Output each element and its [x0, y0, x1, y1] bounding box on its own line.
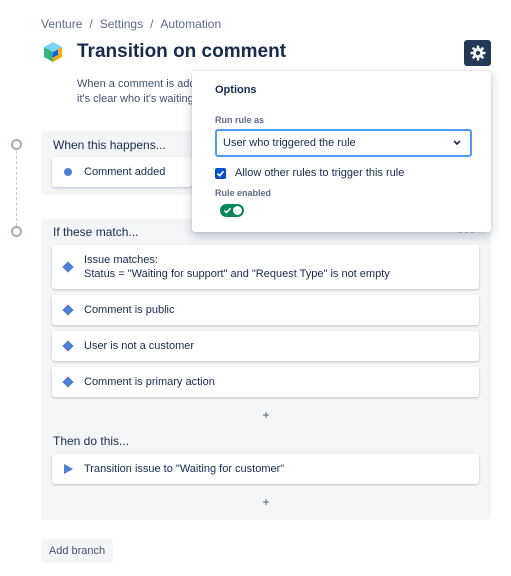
allow-other-rules-label: Allow other rules to trigger this rule: [235, 167, 405, 179]
timeline-connector: [16, 151, 17, 226]
condition-icon: [62, 340, 74, 352]
trigger-section-label: When this happens...: [53, 138, 166, 152]
settings-button[interactable]: [464, 40, 491, 66]
chevron-down-icon: [453, 140, 461, 146]
run-rule-as-value: User who triggered the rule: [223, 137, 356, 149]
run-rule-as-label: Run rule as: [215, 115, 265, 125]
description-line: it's clear who it's waiting on: [77, 93, 195, 105]
check-icon: [223, 207, 232, 214]
add-branch-button[interactable]: Add branch: [41, 539, 113, 563]
conditions-section-label: If these match...: [53, 225, 139, 239]
action-icon: [63, 464, 73, 474]
condition-card[interactable]: Issue matches: Status = "Waiting for sup…: [52, 245, 479, 289]
rule-enabled-label: Rule enabled: [215, 188, 272, 198]
condition-card[interactable]: Comment is public: [52, 295, 479, 325]
toggle-knob: [233, 206, 242, 215]
trigger-card[interactable]: Comment added: [52, 157, 192, 187]
project-avatar-icon: [44, 42, 62, 62]
rule-enabled-toggle[interactable]: [220, 204, 244, 217]
action-card[interactable]: Transition issue to "Waiting for custome…: [52, 454, 479, 484]
condition-icon: [62, 261, 74, 273]
breadcrumb-automation[interactable]: Automation: [160, 17, 221, 31]
condition-card[interactable]: Comment is primary action: [52, 367, 479, 397]
timeline-node: [11, 139, 22, 150]
allow-other-rules-row[interactable]: Allow other rules to trigger this rule: [215, 167, 404, 179]
condition-label: Comment is public: [84, 304, 175, 316]
page-title: Transition on comment: [77, 41, 287, 62]
condition-icon: [62, 304, 74, 316]
breadcrumb: Venture / Settings / Automation: [41, 17, 221, 31]
run-rule-as-select[interactable]: User who triggered the rule: [215, 129, 472, 157]
condition-detail: Status = "Waiting for support" and "Requ…: [84, 268, 390, 280]
check-icon: [216, 170, 225, 177]
gear-icon: [470, 45, 485, 61]
timeline-node: [11, 226, 22, 237]
condition-label: Issue matches:: [84, 254, 158, 266]
condition-card[interactable]: User is not a customer: [52, 331, 479, 361]
title-row: Transition on comment: [41, 40, 286, 64]
add-action-button[interactable]: +: [260, 495, 272, 509]
condition-label: User is not a customer: [84, 340, 195, 352]
options-panel: Options Run rule as User who triggered t…: [192, 71, 491, 232]
condition-icon: [62, 376, 74, 388]
trigger-icon: [64, 168, 72, 176]
breadcrumb-separator: /: [150, 17, 154, 31]
breadcrumb-separator: /: [89, 17, 93, 31]
description-line: When a comment is added: [77, 78, 195, 90]
actions-section-label: Then do this...: [53, 434, 130, 448]
breadcrumb-venture[interactable]: Venture: [41, 17, 82, 31]
allow-other-rules-checkbox[interactable]: [215, 167, 226, 179]
condition-label: Comment is primary action: [84, 376, 215, 388]
options-title: Options: [215, 84, 257, 96]
action-label: Transition issue to "Waiting for custome…: [84, 463, 285, 475]
add-condition-button[interactable]: +: [260, 408, 272, 422]
breadcrumb-settings[interactable]: Settings: [100, 17, 143, 31]
rule-description: When a comment is added it's clear who i…: [77, 77, 195, 107]
trigger-label: Comment added: [84, 166, 166, 178]
